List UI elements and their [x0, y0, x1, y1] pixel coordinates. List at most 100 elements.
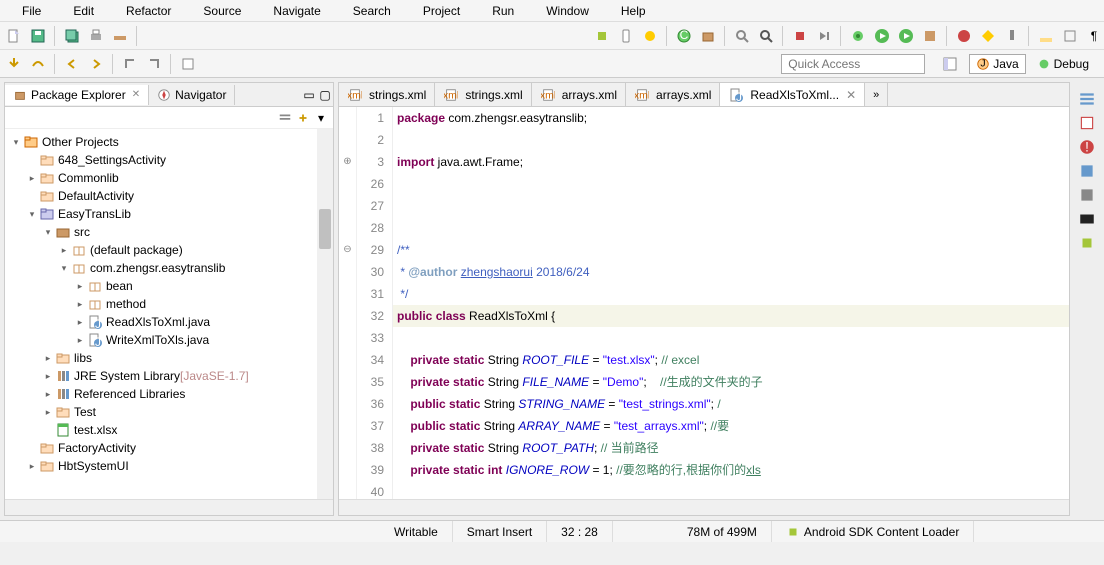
run-button[interactable] [872, 26, 892, 46]
code-editor[interactable]: package com.zhengsr.easytranslib; import… [393, 107, 1069, 499]
forward-button[interactable] [86, 54, 106, 74]
build-button[interactable] [110, 26, 130, 46]
editor-tab[interactable]: xmlarrays.xml [532, 83, 626, 106]
tree-item[interactable]: ▸Commonlib [5, 169, 333, 187]
tree-item[interactable]: ▾EasyTransLib [5, 205, 333, 223]
terminate-button[interactable] [790, 26, 810, 46]
minimize-icon[interactable]: ▭ [301, 87, 317, 103]
show-whitespace-button[interactable]: ¶ [1084, 26, 1104, 46]
tree-item[interactable]: ▾src [5, 223, 333, 241]
tree-item[interactable]: ▸bean [5, 277, 333, 295]
new-package-button[interactable] [698, 26, 718, 46]
perspective-debug[interactable]: Debug [1030, 54, 1096, 74]
view-menu-icon[interactable]: ▾ [313, 110, 329, 126]
step-over-button[interactable] [28, 54, 48, 74]
tree-item[interactable]: ▸JRE System Library [JavaSE-1.7] [5, 367, 333, 385]
tab-navigator[interactable]: Navigator [149, 85, 235, 105]
tree-item[interactable]: ▸Test [5, 403, 333, 421]
menu-file[interactable]: File [6, 2, 57, 20]
menu-source[interactable]: Source [187, 2, 257, 20]
show-list-icon[interactable]: » [865, 83, 888, 106]
editor-tab[interactable]: xmlarrays.xml [626, 83, 720, 106]
toggle-block-button[interactable] [1060, 26, 1080, 46]
step-into-button[interactable] [4, 54, 24, 74]
new-class-button[interactable]: C [674, 26, 694, 46]
status-heap[interactable]: 78M of 499M [673, 521, 772, 542]
problems-view-icon[interactable]: ! [1078, 138, 1096, 156]
tree-item[interactable]: ▸(default package) [5, 241, 333, 259]
ext-tools-button[interactable] [954, 26, 974, 46]
editor-horizontal-scrollbar[interactable] [339, 499, 1069, 515]
avd-button[interactable] [616, 26, 636, 46]
horizontal-scrollbar[interactable] [5, 499, 333, 515]
tree-item[interactable]: ▸HbtSystemUI [5, 457, 333, 475]
tree-item-label: method [106, 297, 146, 311]
tree-item-label: ReadXlsToXml.java [106, 315, 210, 329]
pin-button[interactable] [1002, 26, 1022, 46]
last-edit-button[interactable] [120, 54, 140, 74]
highlight-button[interactable] [1036, 26, 1056, 46]
close-icon[interactable]: ✕ [846, 88, 856, 102]
xml-icon: xml [540, 87, 556, 103]
tree-item[interactable]: DefaultActivity [5, 187, 333, 205]
outline-view-icon[interactable] [1078, 90, 1096, 108]
close-icon[interactable]: ✕ [132, 89, 140, 100]
project-tree[interactable]: ▾Other Projects648_SettingsActivity▸Comm… [5, 129, 333, 499]
coverage-button[interactable] [920, 26, 940, 46]
menu-run[interactable]: Run [476, 2, 530, 20]
back-button[interactable] [62, 54, 82, 74]
collapse-all-icon[interactable] [277, 110, 293, 126]
menu-edit[interactable]: Edit [57, 2, 110, 20]
print-button[interactable] [86, 26, 106, 46]
tree-item[interactable]: ▸libs [5, 349, 333, 367]
tree-item-label: libs [74, 351, 92, 365]
declarations-view-icon[interactable] [1078, 186, 1096, 204]
task-list-icon[interactable] [1078, 114, 1096, 132]
pin-editor-button[interactable] [178, 54, 198, 74]
tab-package-explorer[interactable]: Package Explorer✕ [5, 85, 149, 105]
editor-tab[interactable]: JReadXlsToXml...✕ [720, 83, 865, 106]
console-view-icon[interactable] [1078, 210, 1096, 228]
save-all-button[interactable] [62, 26, 82, 46]
tree-item[interactable]: 648_SettingsActivity [5, 151, 333, 169]
tree-item[interactable]: ▾Other Projects [5, 133, 333, 151]
perspective-java[interactable]: JJava [969, 54, 1025, 74]
tree-item[interactable]: test.xlsx [5, 421, 333, 439]
logcat-view-icon[interactable] [1078, 234, 1096, 252]
open-perspective-button[interactable] [935, 53, 965, 75]
search-button[interactable] [756, 26, 776, 46]
link-editor-icon[interactable] [295, 110, 311, 126]
tree-item[interactable]: ▸method [5, 295, 333, 313]
tree-item[interactable]: ▸Referenced Libraries [5, 385, 333, 403]
tree-item[interactable]: ▾com.zhengsr.easytranslib [5, 259, 333, 277]
toolbar-secondary: JJava Debug [0, 50, 1104, 78]
open-type-button[interactable] [732, 26, 752, 46]
javadoc-view-icon[interactable] [1078, 162, 1096, 180]
tree-item[interactable]: ▸JReadXlsToXml.java [5, 313, 333, 331]
lint-button[interactable] [640, 26, 660, 46]
run-last-button[interactable] [896, 26, 916, 46]
next-annotation-button[interactable] [144, 54, 164, 74]
toggle-mark-button[interactable] [978, 26, 998, 46]
maximize-icon[interactable]: ▢ [317, 87, 333, 103]
android-sdk-button[interactable] [592, 26, 612, 46]
menu-search[interactable]: Search [337, 2, 407, 20]
menu-navigate[interactable]: Navigate [257, 2, 336, 20]
menu-refactor[interactable]: Refactor [110, 2, 187, 20]
svg-text:J: J [981, 57, 986, 69]
save-button[interactable] [28, 26, 48, 46]
tree-item[interactable]: ▸JWriteXmlToXls.java [5, 331, 333, 349]
menu-project[interactable]: Project [407, 2, 476, 20]
tree-item[interactable]: FactoryActivity [5, 439, 333, 457]
skip-button[interactable] [814, 26, 834, 46]
debug-button[interactable] [848, 26, 868, 46]
java-icon: J [87, 314, 103, 330]
editor-tab[interactable]: xmlstrings.xml [339, 83, 435, 106]
new-button[interactable] [4, 26, 24, 46]
editor-tab-label: arrays.xml [656, 88, 711, 102]
menu-help[interactable]: Help [605, 2, 662, 20]
quick-access-input[interactable] [781, 54, 925, 74]
vertical-scrollbar[interactable] [317, 129, 333, 499]
menu-window[interactable]: Window [530, 2, 605, 20]
editor-tab[interactable]: xmlstrings.xml [435, 83, 531, 106]
